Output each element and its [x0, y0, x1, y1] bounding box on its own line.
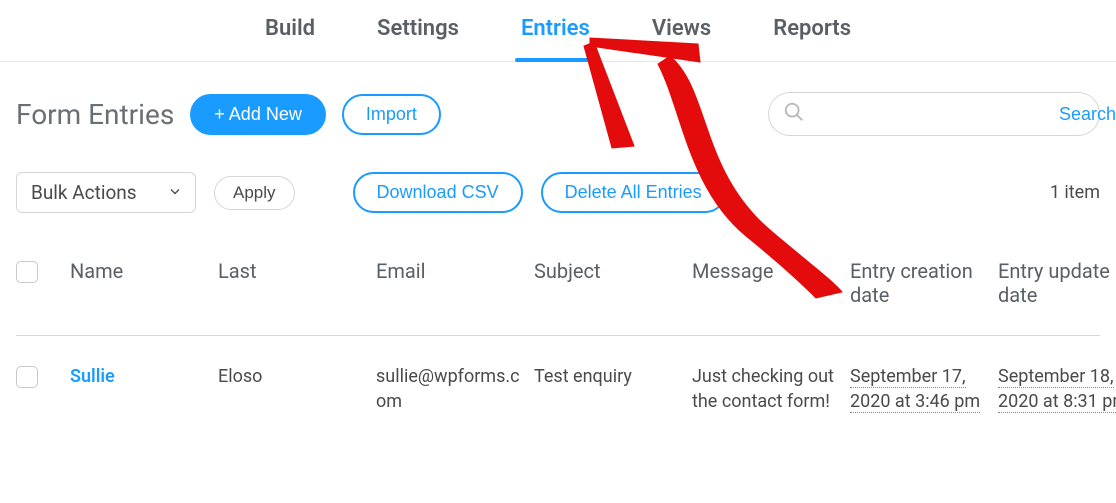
col-message[interactable]: Message [692, 259, 842, 283]
col-name[interactable]: Name [70, 259, 210, 283]
cell-last: Eloso [218, 364, 368, 389]
cell-name[interactable]: Sullie [70, 364, 210, 389]
created-date: September 17, 2020 at 3:46 pm [850, 366, 980, 413]
row-checkbox[interactable] [16, 366, 38, 388]
delete-all-button[interactable]: Delete All Entries [541, 172, 726, 213]
col-email[interactable]: Email [376, 259, 526, 283]
col-created[interactable]: Entry creation date [850, 259, 990, 307]
cell-created: September 17, 2020 at 3:46 pm [850, 364, 990, 414]
bulk-actions-label: Bulk Actions [31, 181, 137, 204]
col-subject[interactable]: Subject [534, 259, 684, 283]
select-all-cell [16, 259, 62, 283]
table-header-row: Name Last Email Subject Message Entry cr… [16, 259, 1100, 336]
add-new-button[interactable]: + Add New [190, 94, 326, 135]
page-header: Form Entries + Add New Import Search [0, 62, 1116, 136]
search-icon [783, 101, 805, 127]
row-select-cell [16, 364, 62, 388]
entry-name-link[interactable]: Sullie [70, 366, 115, 387]
entries-table: Name Last Email Subject Message Entry cr… [0, 259, 1116, 414]
chevron-down-icon [167, 181, 183, 204]
select-all-checkbox[interactable] [16, 261, 38, 283]
table-row: Sullie Eloso sullie@wpforms.com Test enq… [16, 336, 1100, 414]
updated-date: September 18, 2020 at 8:31 pm [998, 366, 1116, 413]
col-last[interactable]: Last [218, 259, 368, 283]
search-input[interactable] [805, 104, 1057, 125]
search-button[interactable]: Search [1057, 100, 1116, 129]
bulk-actions-select[interactable]: Bulk Actions [16, 172, 196, 213]
download-csv-button[interactable]: Download CSV [353, 172, 523, 213]
tab-entries[interactable]: Entries [517, 10, 594, 61]
apply-button[interactable]: Apply [214, 176, 295, 210]
page-title: Form Entries [16, 98, 174, 131]
cell-email: sullie@wpforms.com [376, 364, 526, 414]
tab-bar: Build Settings Entries Views Reports [0, 0, 1116, 62]
import-button[interactable]: Import [342, 94, 441, 135]
search-box[interactable]: Search [768, 92, 1100, 136]
search-button-label: Search [1059, 104, 1116, 125]
tab-reports[interactable]: Reports [769, 10, 855, 61]
bulk-action-bar: Bulk Actions Apply Download CSV Delete A… [0, 136, 1116, 213]
tab-settings[interactable]: Settings [373, 10, 463, 61]
item-count: 1 item [1050, 182, 1100, 203]
cell-subject: Test enquiry [534, 364, 684, 389]
cell-updated: September 18, 2020 at 8:31 pm [998, 364, 1116, 414]
tab-views[interactable]: Views [648, 10, 715, 61]
cell-message: Just checking out the contact form! [692, 364, 842, 414]
tab-build[interactable]: Build [261, 10, 319, 61]
col-updated[interactable]: Entry update date [998, 259, 1116, 307]
